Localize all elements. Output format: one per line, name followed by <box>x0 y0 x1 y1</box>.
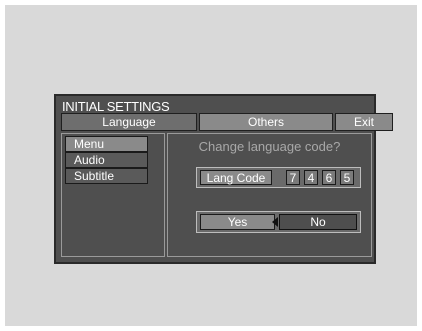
code-digit-4: 5 <box>340 170 354 185</box>
menu-title: INITIAL SETTINGS <box>62 99 170 114</box>
language-code-dialog: Change language code? Lang Code 7 4 6 5 … <box>167 133 372 257</box>
confirm-buttons: Yes No <box>196 211 361 233</box>
initial-settings-window: INITIAL SETTINGS Language Others Exit Me… <box>54 94 393 264</box>
no-button[interactable]: No <box>279 214 357 230</box>
submenu-item-menu[interactable]: Menu <box>65 136 148 152</box>
tab-language[interactable]: Language <box>61 113 197 131</box>
submenu-item-audio[interactable]: Audio <box>65 152 148 168</box>
yes-button[interactable]: Yes <box>200 214 275 230</box>
code-digit-1: 7 <box>286 170 300 185</box>
lang-code-label: Lang Code <box>200 170 272 185</box>
cursor-pointer-icon <box>272 217 278 227</box>
tab-bar: Language Others Exit <box>61 113 393 131</box>
language-code-display: Lang Code 7 4 6 5 <box>196 167 361 188</box>
screen-background: INITIAL SETTINGS Language Others Exit Me… <box>5 5 417 326</box>
language-submenu: Menu Audio Subtitle <box>61 133 165 257</box>
submenu-item-subtitle[interactable]: Subtitle <box>65 168 148 184</box>
tab-exit[interactable]: Exit <box>335 113 393 131</box>
dialog-prompt: Change language code? <box>198 139 341 154</box>
code-digit-2: 4 <box>304 170 318 185</box>
tab-others[interactable]: Others <box>199 113 333 131</box>
code-digit-3: 6 <box>322 170 336 185</box>
